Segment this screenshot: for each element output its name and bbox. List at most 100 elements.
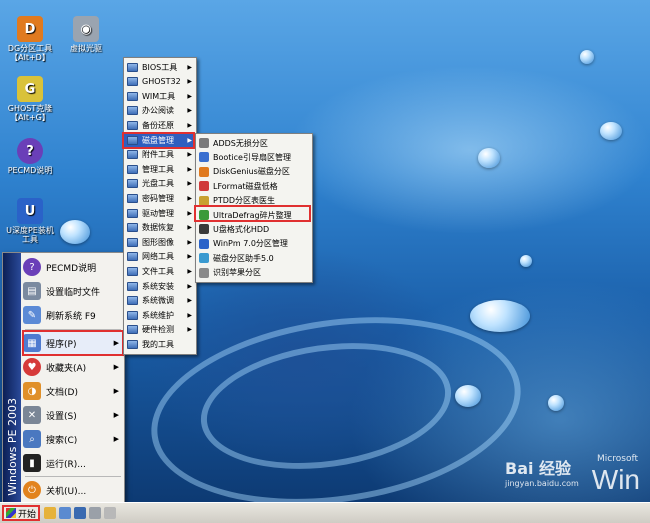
- water-drop: [470, 300, 530, 332]
- programs-item-label: 驱动管理: [142, 208, 174, 218]
- folder-icon: [127, 266, 138, 276]
- disk-tool-label: 识别苹果分区: [213, 268, 261, 278]
- programs-item[interactable]: BIOS工具 ▶: [124, 60, 196, 74]
- eraser-quicklaunch-icon[interactable]: [104, 507, 116, 519]
- display-quicklaunch-icon[interactable]: [74, 507, 86, 519]
- heart-icon: ♥: [23, 358, 41, 376]
- water-drop: [520, 255, 532, 267]
- programs-item[interactable]: 办公阅读 ▶: [124, 104, 196, 118]
- app-icon: [199, 181, 209, 192]
- desktop-icon-label: U深度PE装机 工具: [6, 226, 54, 244]
- start-item-label: 搜索(C): [46, 435, 78, 446]
- water-drop: [478, 148, 500, 168]
- power-icon: ⏻: [23, 481, 41, 499]
- folder-icon: [127, 208, 138, 218]
- start-item-label: 文档(D): [46, 387, 78, 398]
- disk-tool-label: Bootice引导扇区管理: [213, 152, 291, 162]
- programs-icon: ▦: [23, 334, 41, 352]
- refresh-icon: ✎: [23, 306, 41, 324]
- disk-tool-item[interactable]: LFormat磁盘低格: [196, 179, 312, 193]
- programs-item[interactable]: 备份还原 ▶: [124, 118, 196, 132]
- programs-item-label: 系统维护: [142, 310, 174, 320]
- start-item-pecmd-help[interactable]: ? PECMD说明: [23, 255, 123, 279]
- disk-tool-label: LFormat磁盘低格: [213, 181, 278, 191]
- programs-item[interactable]: 我的工具: [124, 337, 196, 351]
- folder-icon: [127, 179, 138, 189]
- start-item-run[interactable]: ▮ 运行(R)...: [23, 451, 123, 475]
- programs-item[interactable]: 硬件检测 ▶: [124, 323, 196, 337]
- start-item-refresh[interactable]: ✎ 刷新系统 F9: [23, 303, 123, 327]
- chevron-right-icon: ▶: [187, 326, 192, 334]
- folder-icon: [127, 281, 138, 291]
- app-icon: [199, 152, 209, 163]
- network-quicklaunch-icon[interactable]: [59, 507, 71, 519]
- chevron-right-icon: ▶: [113, 339, 119, 347]
- desktop-icon-ghost[interactable]: G GHOST克隆 【Alt+G】: [2, 76, 58, 122]
- desktop-icon-pecmd[interactable]: ? PECMD说明: [2, 138, 58, 175]
- programs-item[interactable]: GHOST32 ▶: [124, 75, 196, 89]
- chevron-right-icon: ▶: [113, 363, 119, 371]
- disk-tool-item[interactable]: WinPm 7.0分区管理: [196, 237, 312, 251]
- desktop-icon-virtual-drive[interactable]: ◉ 虚拟光驱: [58, 16, 114, 53]
- chevron-right-icon: ▶: [187, 107, 192, 115]
- disk-tool-item[interactable]: U盘格式化HDD: [196, 222, 312, 236]
- chevron-right-icon: ▶: [187, 253, 192, 261]
- tools-icon: ✕: [23, 406, 41, 424]
- programs-item[interactable]: WIM工具 ▶: [124, 89, 196, 103]
- desktop-icon-label: PECMD说明: [7, 166, 53, 175]
- disk-tool-item[interactable]: 磁盘分区助手5.0: [196, 251, 312, 265]
- water-drop: [60, 220, 90, 244]
- programs-item[interactable]: 网络工具 ▶: [124, 250, 196, 264]
- programs-item[interactable]: 文件工具 ▶: [124, 264, 196, 278]
- chevron-right-icon: ▶: [187, 311, 192, 319]
- desktop-icon-dg-partition[interactable]: D DG分区工具 【Alt+D】: [2, 16, 58, 62]
- highlight-box: [122, 132, 195, 149]
- disk-tool-item[interactable]: Bootice引导扇区管理: [196, 150, 312, 164]
- start-item-programs[interactable]: ▦ 程序(P) ▶: [22, 330, 124, 356]
- programs-item[interactable]: 光盘工具 ▶: [124, 177, 196, 191]
- programs-item[interactable]: 管理工具 ▶: [124, 162, 196, 176]
- programs-item[interactable]: 驱动管理 ▶: [124, 206, 196, 220]
- start-item-temp-files[interactable]: ▤ 设置临时文件: [23, 279, 123, 303]
- app-icon: [199, 138, 209, 148]
- search-icon: ⌕: [23, 430, 41, 448]
- programs-item-label: GHOST32: [142, 77, 181, 87]
- programs-item[interactable]: 系统维护 ▶: [124, 308, 196, 322]
- start-item-shutdown[interactable]: ⏻ 关机(U)...: [23, 478, 123, 502]
- menu-divider: [25, 476, 121, 477]
- printer-quicklaunch-icon[interactable]: [89, 507, 101, 519]
- chevron-right-icon: ▶: [187, 78, 192, 86]
- programs-item-label: 我的工具: [142, 339, 174, 349]
- disk-tool-label: ADDS无损分区: [213, 138, 268, 148]
- windows-text: Win: [591, 464, 640, 495]
- explorer-quicklaunch-icon[interactable]: [44, 507, 56, 519]
- start-item-search[interactable]: ⌕ 搜索(C) ▶: [23, 427, 123, 451]
- programs-item-label: BIOS工具: [142, 62, 178, 72]
- start-item-settings[interactable]: ✕ 设置(S) ▶: [23, 403, 123, 427]
- programs-item[interactable]: 图形图像 ▶: [124, 235, 196, 249]
- disk-tool-item[interactable]: DiskGenius磁盘分区: [196, 165, 312, 179]
- programs-item-label: 管理工具: [142, 164, 174, 174]
- programs-item[interactable]: 密码管理 ▶: [124, 191, 196, 205]
- start-button[interactable]: 开始: [2, 505, 40, 521]
- folder-icon: [127, 106, 138, 116]
- chevron-right-icon: ▶: [187, 282, 192, 290]
- disk-tool-label: DiskGenius磁盘分区: [213, 167, 290, 177]
- programs-item[interactable]: 数据恢复 ▶: [124, 221, 196, 235]
- udeepin-icon: U: [17, 198, 43, 224]
- start-item-documents[interactable]: ◑ 文档(D) ▶: [23, 379, 123, 403]
- programs-item[interactable]: 附件工具 ▶: [124, 148, 196, 162]
- app-icon: [199, 267, 209, 278]
- desktop-icon-label: DG分区工具 【Alt+D】: [7, 44, 53, 62]
- chevron-right-icon: ▶: [113, 435, 119, 443]
- programs-item[interactable]: 系统微调 ▶: [124, 294, 196, 308]
- disk-tool-item[interactable]: ADDS无损分区: [196, 136, 312, 150]
- programs-item[interactable]: 系统安装 ▶: [124, 279, 196, 293]
- desktop-icon-udeepin[interactable]: U U深度PE装机 工具: [2, 198, 58, 244]
- start-item-label: 关机(U)...: [46, 486, 87, 497]
- chevron-right-icon: ▶: [187, 194, 192, 202]
- start-item-favorites[interactable]: ♥ 收藏夹(A) ▶: [23, 355, 123, 379]
- programs-item-label: 密码管理: [142, 193, 174, 203]
- disk-tool-item[interactable]: 识别苹果分区: [196, 266, 312, 280]
- desktop-icon-label: GHOST克隆 【Alt+G】: [7, 104, 53, 122]
